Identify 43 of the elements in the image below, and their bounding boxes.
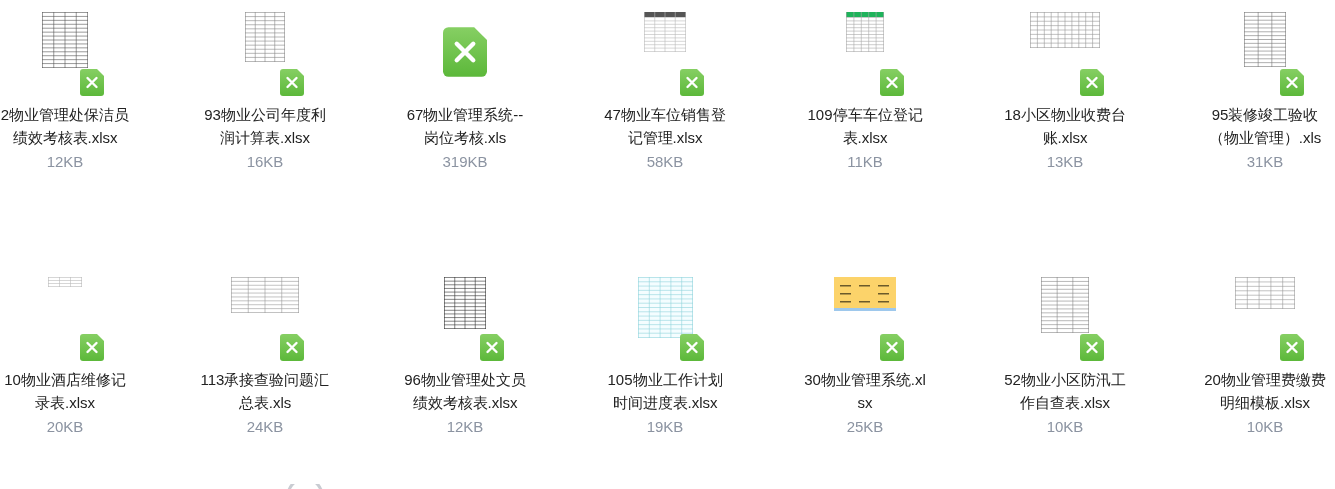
spreadsheet-icon bbox=[680, 69, 704, 96]
file-size: 13KB bbox=[1046, 152, 1084, 172]
file-name[interactable]: 67物业管理系统--岗位考核.xls bbox=[400, 103, 530, 149]
spreadsheet-icon bbox=[880, 334, 904, 361]
spreadsheet-icon bbox=[80, 69, 104, 96]
file-name[interactable]: 10物业酒店维修记录表.xlsx bbox=[0, 368, 130, 414]
file-name[interactable]: 93物业公司年度利润计算表.xlsx bbox=[200, 103, 330, 149]
file-name[interactable]: 109停车车位登记表.xlsx bbox=[800, 103, 930, 149]
spreadsheet-icon bbox=[880, 69, 904, 96]
spreadsheet-icon bbox=[443, 27, 487, 77]
spreadsheet-icon bbox=[1280, 334, 1304, 361]
file-size: 20KB bbox=[46, 417, 84, 437]
spreadsheet-icon bbox=[1280, 69, 1304, 96]
file-size: 25KB bbox=[846, 417, 884, 437]
file-name[interactable]: 30物业管理系统.xlsx bbox=[800, 368, 930, 414]
file-name[interactable]: 2物业管理处保洁员绩效考核表.xlsx bbox=[0, 103, 130, 149]
file-name[interactable]: 18小区物业收费台账.xlsx bbox=[1000, 103, 1130, 149]
spreadsheet-icon bbox=[680, 334, 704, 361]
file-size: 319KB bbox=[442, 152, 488, 172]
file-size: 31KB bbox=[1246, 152, 1284, 172]
spreadsheet-icon bbox=[1080, 69, 1104, 96]
file-name[interactable]: 52物业小区防汛工作自查表.xlsx bbox=[1000, 368, 1130, 414]
spreadsheet-icon bbox=[280, 334, 304, 361]
file-name[interactable]: 96物业管理处文员绩效考核表.xlsx bbox=[400, 368, 530, 414]
file-name[interactable]: 47物业车位销售登记管理.xlsx bbox=[600, 103, 730, 149]
file-name[interactable]: 105物业工作计划时间进度表.xlsx bbox=[600, 368, 730, 414]
file-name[interactable]: 95装修竣工验收（物业管理）.xls bbox=[1200, 103, 1330, 149]
file-size: 11KB bbox=[847, 152, 883, 172]
file-size: 12KB bbox=[46, 152, 84, 172]
spreadsheet-icon bbox=[480, 334, 504, 361]
file-size: 10KB bbox=[1046, 417, 1084, 437]
file-size: 58KB bbox=[646, 152, 684, 172]
file-size: 10KB bbox=[1246, 417, 1284, 437]
file-size: 16KB bbox=[246, 152, 284, 172]
spreadsheet-icon bbox=[80, 334, 104, 361]
file-size: 24KB bbox=[246, 417, 284, 437]
ring-icon bbox=[286, 484, 324, 489]
spreadsheet-icon bbox=[1080, 334, 1104, 361]
file-name[interactable]: 113承接查验问题汇总表.xls bbox=[200, 368, 330, 414]
file-size: 12KB bbox=[446, 417, 484, 437]
spreadsheet-icon bbox=[280, 69, 304, 96]
file-size: 19KB bbox=[646, 417, 684, 437]
file-name[interactable]: 20物业管理费缴费明细模板.xlsx bbox=[1200, 368, 1330, 414]
